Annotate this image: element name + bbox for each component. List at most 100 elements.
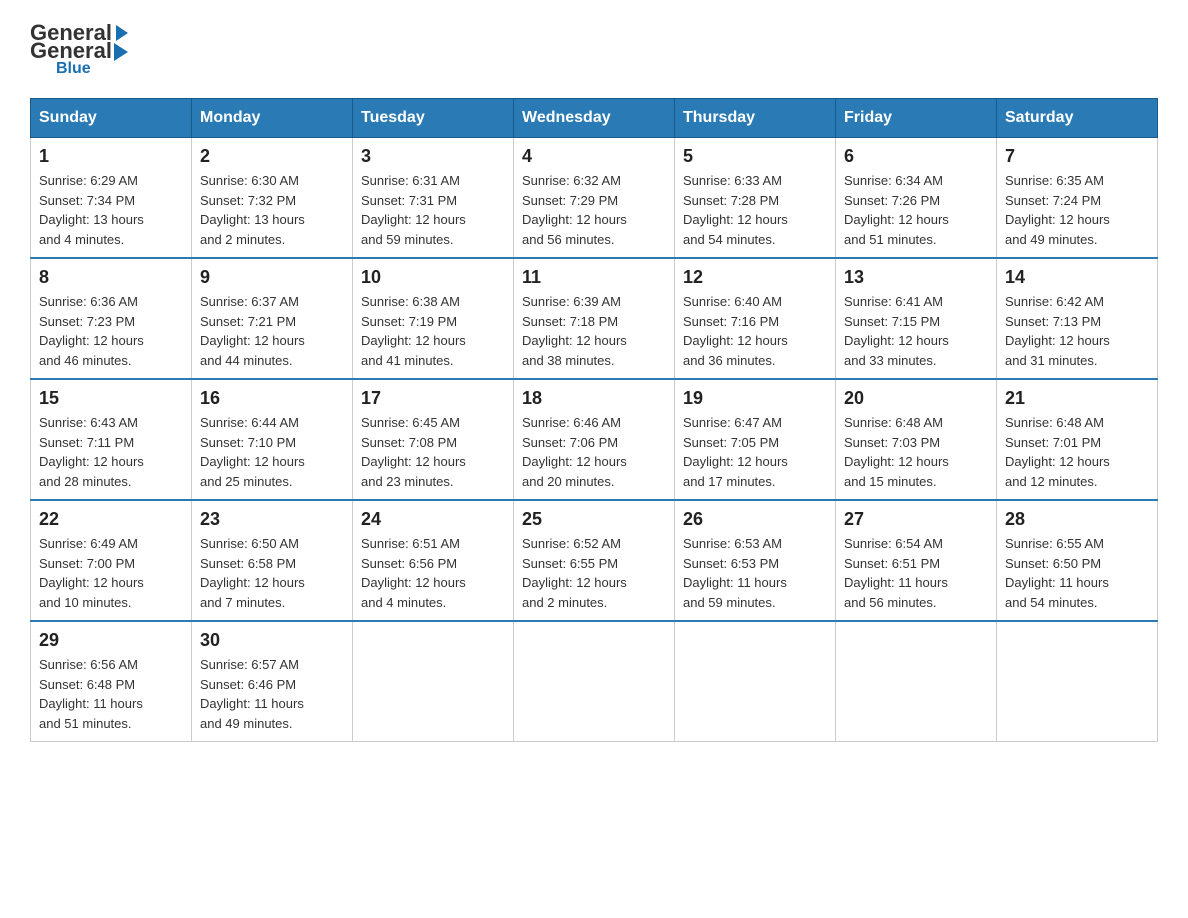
day-number: 28: [1005, 509, 1149, 530]
day-info: Sunrise: 6:35 AMSunset: 7:24 PMDaylight:…: [1005, 171, 1149, 249]
table-row: 3 Sunrise: 6:31 AMSunset: 7:31 PMDaylight…: [353, 138, 514, 259]
day-number: 7: [1005, 146, 1149, 167]
day-info: Sunrise: 6:46 AMSunset: 7:06 PMDaylight:…: [522, 413, 666, 491]
day-info: Sunrise: 6:41 AMSunset: 7:15 PMDaylight:…: [844, 292, 988, 370]
week-row-1: 1 Sunrise: 6:29 AMSunset: 7:34 PMDaylight…: [31, 138, 1158, 259]
week-row-3: 15 Sunrise: 6:43 AMSunset: 7:11 PMDayligh…: [31, 379, 1158, 500]
col-thursday: Thursday: [675, 99, 836, 138]
day-info: Sunrise: 6:44 AMSunset: 7:10 PMDaylight:…: [200, 413, 344, 491]
logo: General General Blue: [30, 20, 130, 78]
week-row-5: 29Sunrise: 6:56 AMSunset: 6:48 PMDayligh…: [31, 621, 1158, 742]
col-tuesday: Tuesday: [353, 99, 514, 138]
day-number: 24: [361, 509, 505, 530]
day-number: 6: [844, 146, 988, 167]
table-row: 21 Sunrise: 6:48 AMSunset: 7:01 PMDayligh…: [997, 379, 1158, 500]
day-number: 14: [1005, 267, 1149, 288]
day-info: Sunrise: 6:34 AMSunset: 7:26 PMDaylight:…: [844, 171, 988, 249]
day-info: Sunrise: 6:54 AMSunset: 6:51 PMDaylight:…: [844, 534, 988, 612]
table-row: 9 Sunrise: 6:37 AMSunset: 7:21 PMDaylight…: [192, 258, 353, 379]
table-row: 23 Sunrise: 6:50 AMSunset: 6:58 PMDayligh…: [192, 500, 353, 621]
table-row: 13 Sunrise: 6:41 AMSunset: 7:15 PMDayligh…: [836, 258, 997, 379]
day-number: 1: [39, 146, 183, 167]
day-number: 18: [522, 388, 666, 409]
day-info: Sunrise: 6:57 AMSunset: 6:46 PMDaylight:…: [200, 655, 344, 733]
table-row: 19 Sunrise: 6:47 AMSunset: 7:05 PMDayligh…: [675, 379, 836, 500]
table-row: [353, 621, 514, 742]
col-saturday: Saturday: [997, 99, 1158, 138]
day-info: Sunrise: 6:48 AMSunset: 7:03 PMDaylight:…: [844, 413, 988, 491]
day-number: 11: [522, 267, 666, 288]
table-row: 2 Sunrise: 6:30 AMSunset: 7:32 PMDaylight…: [192, 138, 353, 259]
day-number: 21: [1005, 388, 1149, 409]
day-number: 4: [522, 146, 666, 167]
day-number: 23: [200, 509, 344, 530]
day-info: Sunrise: 6:33 AMSunset: 7:28 PMDaylight:…: [683, 171, 827, 249]
day-number: 3: [361, 146, 505, 167]
day-info: Sunrise: 6:37 AMSunset: 7:21 PMDaylight:…: [200, 292, 344, 370]
table-row: [997, 621, 1158, 742]
day-info: Sunrise: 6:36 AMSunset: 7:23 PMDaylight:…: [39, 292, 183, 370]
day-number: 19: [683, 388, 827, 409]
day-info: Sunrise: 6:30 AMSunset: 7:32 PMDaylight:…: [200, 171, 344, 249]
logo-blue-text: Blue: [56, 60, 91, 78]
day-number: 15: [39, 388, 183, 409]
table-row: 16 Sunrise: 6:44 AMSunset: 7:10 PMDayligh…: [192, 379, 353, 500]
day-info: Sunrise: 6:50 AMSunset: 6:58 PMDaylight:…: [200, 534, 344, 612]
day-info: Sunrise: 6:31 AMSunset: 7:31 PMDaylight:…: [361, 171, 505, 249]
header-row: Sunday Monday Tuesday Wednesday Thursday…: [31, 99, 1158, 138]
day-info: Sunrise: 6:52 AMSunset: 6:55 PMDaylight:…: [522, 534, 666, 612]
table-row: 8Sunrise: 6:36 AMSunset: 7:23 PMDaylight…: [31, 258, 192, 379]
table-row: 17 Sunrise: 6:45 AMSunset: 7:08 PMDayligh…: [353, 379, 514, 500]
week-row-4: 22Sunrise: 6:49 AMSunset: 7:00 PMDayligh…: [31, 500, 1158, 621]
calendar-table: Sunday Monday Tuesday Wednesday Thursday…: [30, 98, 1158, 742]
table-row: 28 Sunrise: 6:55 AMSunset: 6:50 PMDayligh…: [997, 500, 1158, 621]
day-number: 26: [683, 509, 827, 530]
page-header: General General Blue: [30, 20, 1158, 78]
table-row: 5 Sunrise: 6:33 AMSunset: 7:28 PMDaylight…: [675, 138, 836, 259]
day-number: 30: [200, 630, 344, 651]
day-number: 29: [39, 630, 183, 651]
table-row: 11Sunrise: 6:39 AMSunset: 7:18 PMDayligh…: [514, 258, 675, 379]
table-row: 24Sunrise: 6:51 AMSunset: 6:56 PMDayligh…: [353, 500, 514, 621]
table-row: [836, 621, 997, 742]
day-number: 9: [200, 267, 344, 288]
table-row: 4 Sunrise: 6:32 AMSunset: 7:29 PMDaylight…: [514, 138, 675, 259]
day-info: Sunrise: 6:55 AMSunset: 6:50 PMDaylight:…: [1005, 534, 1149, 612]
day-number: 17: [361, 388, 505, 409]
day-info: Sunrise: 6:48 AMSunset: 7:01 PMDaylight:…: [1005, 413, 1149, 491]
table-row: 18 Sunrise: 6:46 AMSunset: 7:06 PMDayligh…: [514, 379, 675, 500]
table-row: [514, 621, 675, 742]
table-row: 27Sunrise: 6:54 AMSunset: 6:51 PMDayligh…: [836, 500, 997, 621]
table-row: 15 Sunrise: 6:43 AMSunset: 7:11 PMDayligh…: [31, 379, 192, 500]
day-info: Sunrise: 6:53 AMSunset: 6:53 PMDaylight:…: [683, 534, 827, 612]
day-number: 25: [522, 509, 666, 530]
day-number: 5: [683, 146, 827, 167]
table-row: 22Sunrise: 6:49 AMSunset: 7:00 PMDayligh…: [31, 500, 192, 621]
table-row: 7 Sunrise: 6:35 AMSunset: 7:24 PMDaylight…: [997, 138, 1158, 259]
day-number: 16: [200, 388, 344, 409]
day-info: Sunrise: 6:45 AMSunset: 7:08 PMDaylight:…: [361, 413, 505, 491]
day-number: 20: [844, 388, 988, 409]
col-monday: Monday: [192, 99, 353, 138]
day-info: Sunrise: 6:32 AMSunset: 7:29 PMDaylight:…: [522, 171, 666, 249]
day-number: 12: [683, 267, 827, 288]
table-row: 14 Sunrise: 6:42 AMSunset: 7:13 PMDayligh…: [997, 258, 1158, 379]
table-row: 29Sunrise: 6:56 AMSunset: 6:48 PMDayligh…: [31, 621, 192, 742]
day-info: Sunrise: 6:47 AMSunset: 7:05 PMDaylight:…: [683, 413, 827, 491]
day-info: Sunrise: 6:40 AMSunset: 7:16 PMDaylight:…: [683, 292, 827, 370]
day-info: Sunrise: 6:29 AMSunset: 7:34 PMDaylight:…: [39, 171, 183, 249]
day-info: Sunrise: 6:49 AMSunset: 7:00 PMDaylight:…: [39, 534, 183, 612]
table-row: 30 Sunrise: 6:57 AMSunset: 6:46 PMDayligh…: [192, 621, 353, 742]
day-number: 2: [200, 146, 344, 167]
day-info: Sunrise: 6:43 AMSunset: 7:11 PMDaylight:…: [39, 413, 183, 491]
day-number: 13: [844, 267, 988, 288]
day-info: Sunrise: 6:38 AMSunset: 7:19 PMDaylight:…: [361, 292, 505, 370]
week-row-2: 8Sunrise: 6:36 AMSunset: 7:23 PMDaylight…: [31, 258, 1158, 379]
col-friday: Friday: [836, 99, 997, 138]
table-row: 6 Sunrise: 6:34 AMSunset: 7:26 PMDaylight…: [836, 138, 997, 259]
day-number: 10: [361, 267, 505, 288]
col-sunday: Sunday: [31, 99, 192, 138]
table-row: 20 Sunrise: 6:48 AMSunset: 7:03 PMDayligh…: [836, 379, 997, 500]
day-info: Sunrise: 6:42 AMSunset: 7:13 PMDaylight:…: [1005, 292, 1149, 370]
table-row: 1 Sunrise: 6:29 AMSunset: 7:34 PMDaylight…: [31, 138, 192, 259]
